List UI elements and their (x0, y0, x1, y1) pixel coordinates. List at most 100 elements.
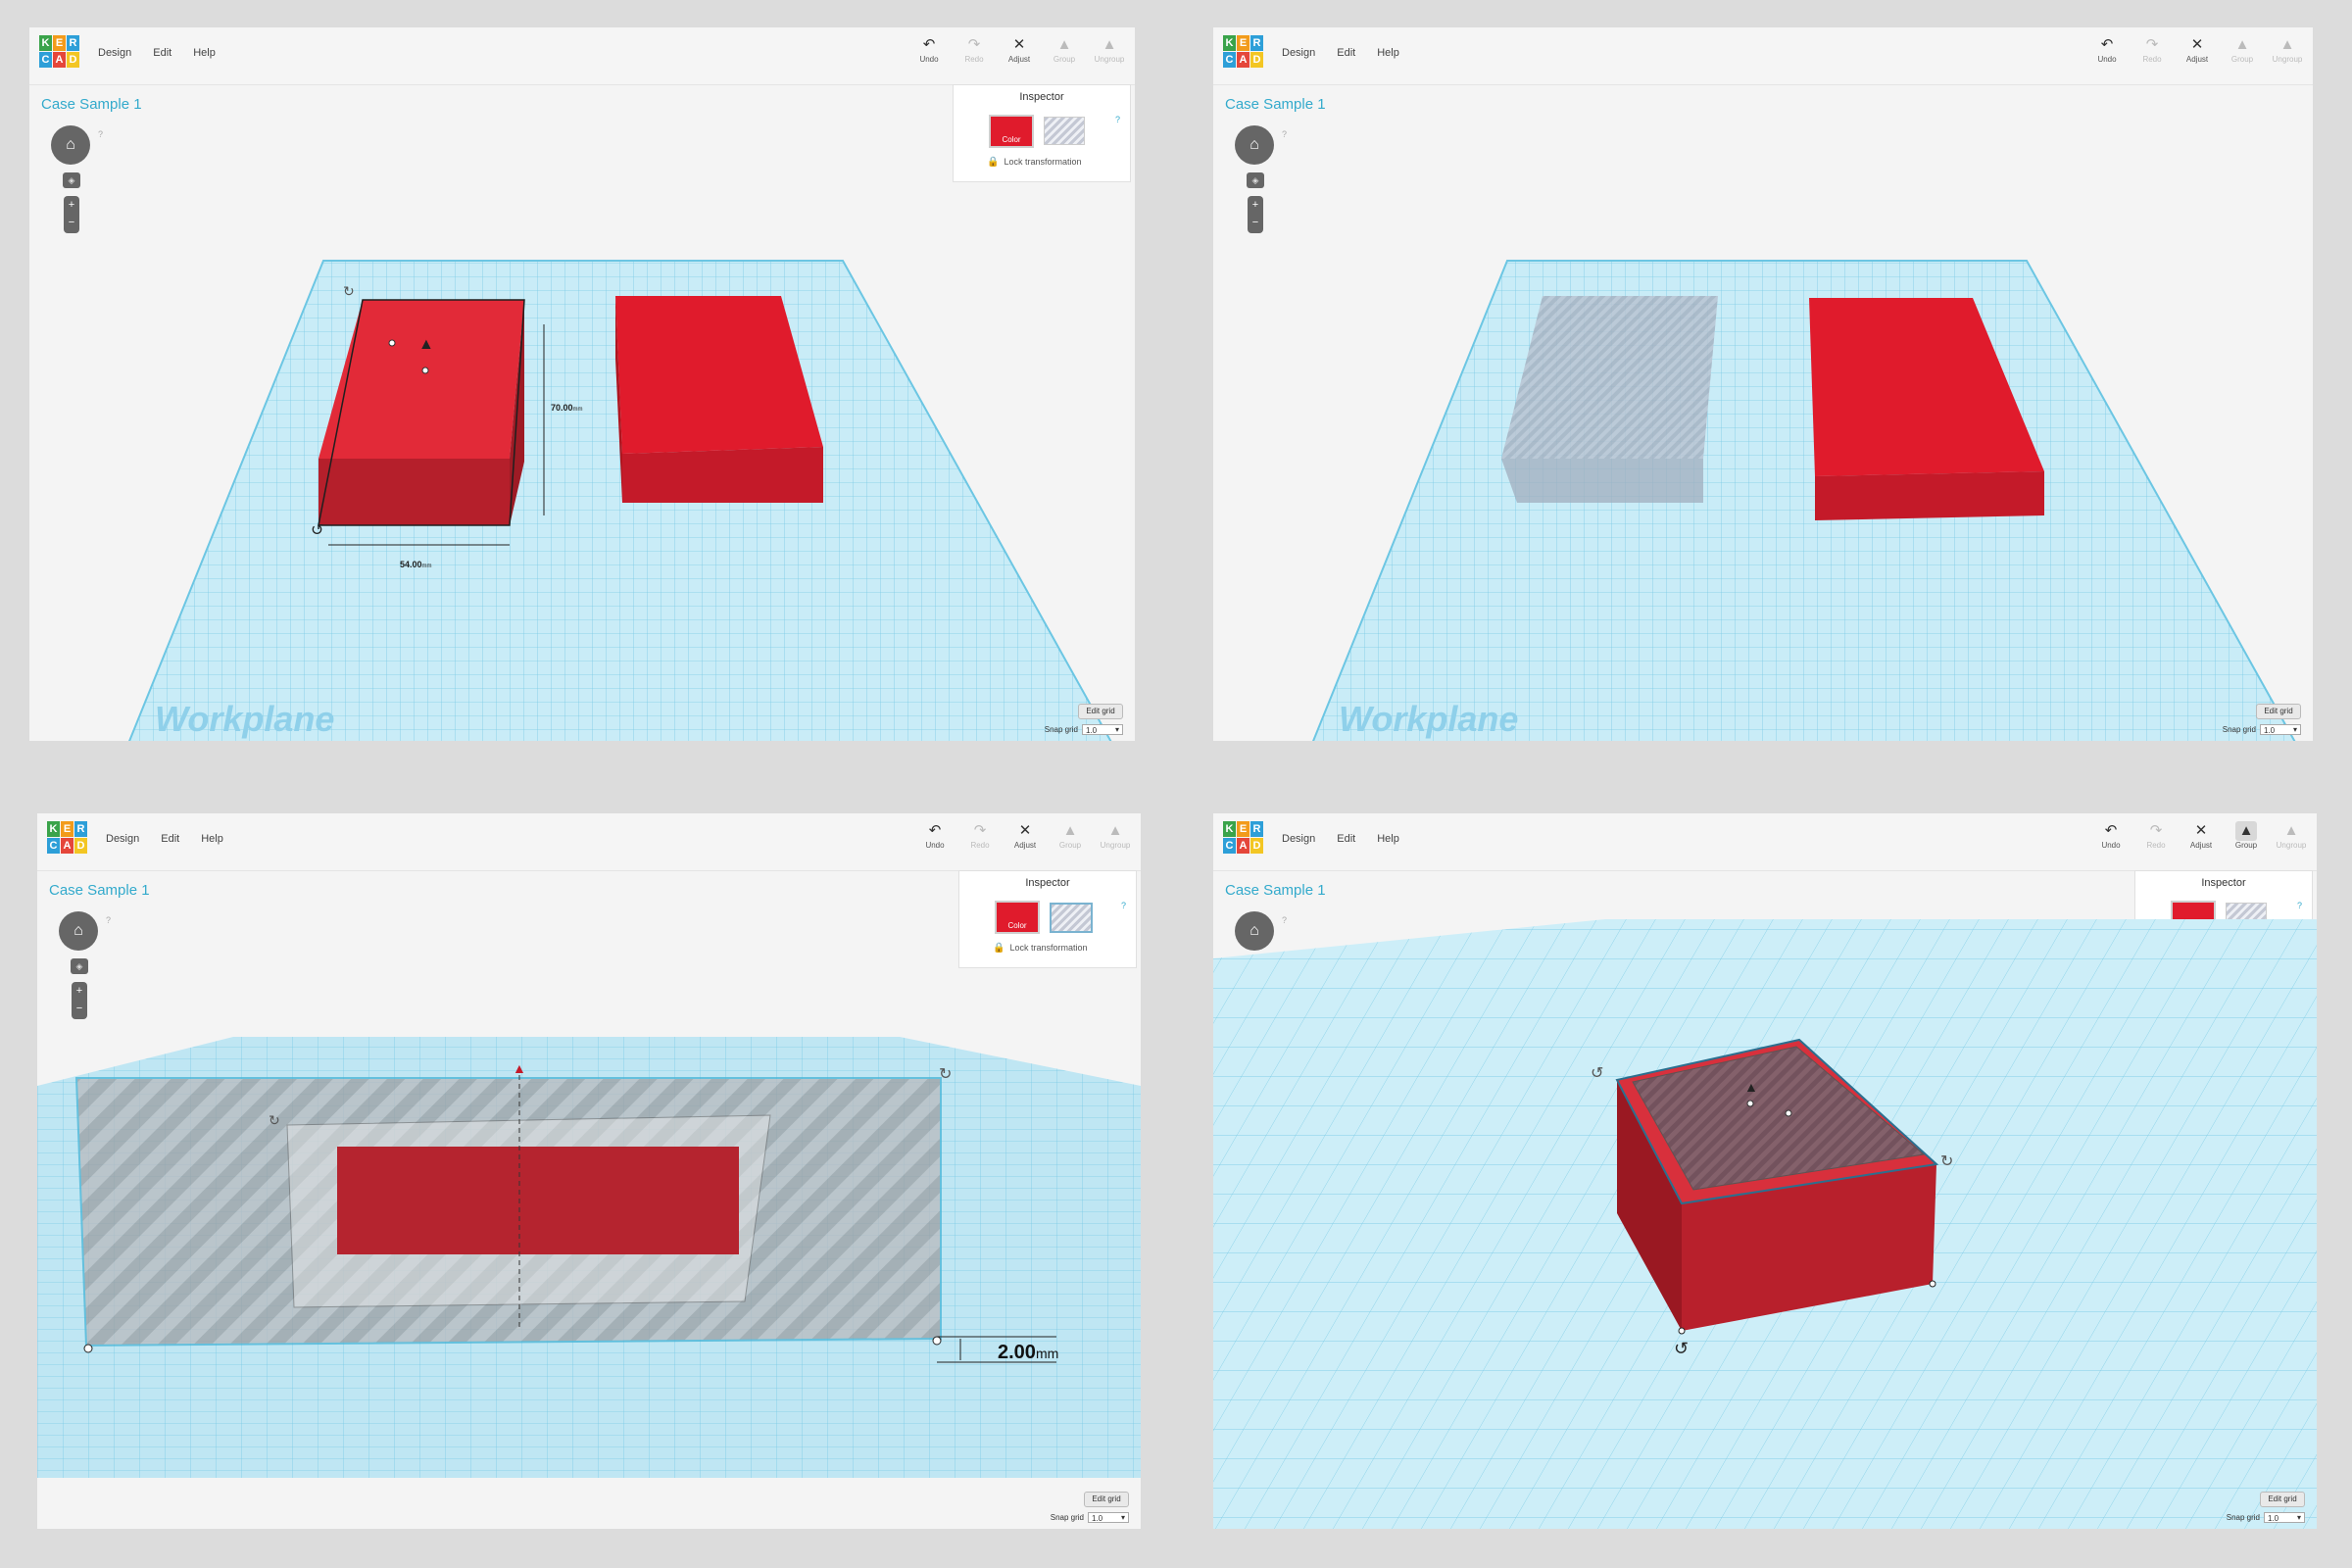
rotate-icon[interactable]: ↻ (939, 1066, 952, 1083)
corner-handle[interactable] (83, 1344, 93, 1353)
corner-handle[interactable] (1678, 1327, 1686, 1335)
tinkercad-logo[interactable]: KERCAD (39, 35, 80, 69)
red-box-inside (337, 1147, 739, 1254)
redo-button[interactable]: ↷ Redo (958, 35, 990, 74)
adjust-button[interactable]: ✕ Adjust (2185, 821, 2217, 860)
tinkercad-window: KERCAD Design Edit Help ↶ Undo ↷ Redo ✕ Adjus… (37, 813, 1141, 1529)
selected-box-front[interactable] (318, 459, 510, 525)
menu-design[interactable]: Design (98, 47, 131, 59)
handle[interactable] (1785, 1109, 1792, 1117)
panel-3: KERCAD Design Edit Help ↶ Undo ↷ Redo ✕ Adjus… (0, 784, 1176, 1568)
tinkercad-window: KERCAD Design Edit Help ↶ Undo ↷ Redo ✕ Adjus… (1213, 813, 2317, 1529)
adjust-icon: ✕ (2190, 36, 2204, 53)
menu-help[interactable]: Help (193, 47, 216, 59)
workplane-grid[interactable] (1301, 260, 2311, 741)
ungroup-icon: ▲ (2279, 36, 2295, 53)
toolbar-label: Adjust (2185, 55, 2209, 64)
handle[interactable] (1746, 1100, 1754, 1107)
box-front[interactable] (622, 447, 823, 503)
panel-4: KERCAD Design Edit Help ↶ Undo ↷ Redo ✕ Adjus… (1176, 784, 2352, 1568)
ungroup-button[interactable]: ▲ Ungroup (2276, 821, 2307, 860)
logo-letter: R (74, 821, 87, 837)
workplane-viewport[interactable]: Workplane (1213, 84, 2313, 741)
toolbar-label: Undo (925, 841, 945, 850)
rotate-icon[interactable]: ↻ (343, 283, 355, 299)
adjust-icon: ✕ (1018, 822, 1032, 839)
snap-grid-select[interactable]: 1.0 (1088, 1512, 1129, 1523)
workplane-viewport[interactable]: ▲ ↻ ↻ 2.00mm (37, 870, 1141, 1529)
adjust-button[interactable]: ✕ Adjust (1009, 821, 1041, 860)
height-arrow-icon[interactable]: ▲ (418, 336, 434, 353)
menu-edit[interactable]: Edit (1337, 833, 1355, 845)
ungroup-icon: ▲ (2283, 822, 2299, 839)
adjust-button[interactable]: ✕ Adjust (1004, 35, 1035, 74)
box-front[interactable] (1815, 471, 2044, 520)
undo-button[interactable]: ↶ Undo (919, 821, 951, 860)
workplane-viewport[interactable]: ▲ ↻ ↺ 54.00mm 70.00mm Workplane (29, 84, 1135, 741)
undo-button[interactable]: ↶ Undo (2091, 35, 2123, 74)
menu-help[interactable]: Help (201, 833, 223, 845)
corner-handle[interactable] (932, 1336, 942, 1346)
menu-design[interactable]: Design (1282, 833, 1315, 845)
menu-edit[interactable]: Edit (153, 47, 172, 59)
ungroup-button[interactable]: ▲ Ungroup (1094, 35, 1125, 74)
logo-letter: A (53, 52, 66, 68)
redo-icon: ↷ (2145, 36, 2159, 53)
menu-help[interactable]: Help (1377, 833, 1399, 845)
adjust-button[interactable]: ✕ Adjust (2181, 35, 2213, 74)
redo-icon: ↷ (967, 36, 981, 53)
toolbar-label: Redo (2142, 55, 2162, 64)
tinkercad-logo[interactable]: KERCAD (1223, 821, 1264, 855)
undo-button[interactable]: ↶ Undo (913, 35, 945, 74)
ungroup-button[interactable]: ▲ Ungroup (2272, 35, 2303, 74)
height-arrow-icon[interactable]: ▲ (513, 1060, 526, 1076)
ungroup-icon: ▲ (1102, 36, 1117, 53)
undo-button[interactable]: ↶ Undo (2095, 821, 2127, 860)
main-menu: Design Edit Help (98, 47, 216, 59)
snap-grid-select[interactable]: 1.0 (1082, 724, 1123, 735)
adjust-icon: ✕ (2194, 822, 2208, 839)
group-button[interactable]: ▲ Group (1054, 821, 1086, 860)
group-button[interactable]: ▲ Group (2227, 35, 2258, 74)
edit-grid-button[interactable]: Edit grid (1078, 704, 1123, 719)
group-button[interactable]: ▲ Group (1049, 35, 1080, 74)
rotate-icon[interactable]: ↺ (1591, 1065, 1603, 1082)
tinkercad-logo[interactable]: KERCAD (47, 821, 88, 855)
rotate-icon[interactable]: ↺ (311, 522, 323, 539)
group-button[interactable]: ▲ Group (2230, 821, 2262, 860)
height-dimension: 2.00mm (998, 1342, 1058, 1363)
menu-edit[interactable]: Edit (161, 833, 179, 845)
edit-grid-button[interactable]: Edit grid (2256, 704, 2301, 719)
toolbar-label: Group (2230, 55, 2254, 64)
toolbar-label: Redo (2146, 841, 2166, 850)
corner-handle[interactable] (1929, 1280, 1936, 1288)
rotate-icon[interactable]: ↺ (1674, 1339, 1689, 1358)
main-menu: Design Edit Help (106, 833, 223, 845)
workplane-viewport[interactable]: ▲ ↺ ↻ ↺ (1213, 870, 2317, 1529)
ungroup-button[interactable]: ▲ Ungroup (1100, 821, 1131, 860)
snap-grid-select[interactable]: 1.0 (2264, 1512, 2305, 1523)
handle[interactable] (388, 339, 396, 347)
tinkercad-logo[interactable]: KERCAD (1223, 35, 1264, 69)
edit-grid-button[interactable]: Edit grid (2260, 1492, 2305, 1507)
rotate-icon[interactable]: ↻ (1940, 1153, 1953, 1170)
height-arrow-icon[interactable]: ▲ (1744, 1079, 1758, 1095)
edit-grid-button[interactable]: Edit grid (1084, 1492, 1129, 1507)
redo-button[interactable]: ↷ Redo (2136, 35, 2168, 74)
hole-box-front[interactable] (1501, 459, 1703, 503)
toolbar-label: Redo (964, 55, 984, 64)
menu-edit[interactable]: Edit (1337, 47, 1355, 59)
rotate-icon[interactable]: ↻ (269, 1112, 280, 1128)
redo-button[interactable]: ↷ Redo (964, 821, 996, 860)
snap-grid-label: Snap grid (2226, 1513, 2260, 1522)
menu-design[interactable]: Design (106, 833, 139, 845)
handle[interactable] (421, 367, 429, 374)
menu-design[interactable]: Design (1282, 47, 1315, 59)
redo-button[interactable]: ↷ Redo (2140, 821, 2172, 860)
logo-letter: E (1237, 35, 1250, 51)
toolbar-label: Group (2234, 841, 2258, 850)
snap-grid-select[interactable]: 1.0 (2260, 724, 2301, 735)
logo-letter: E (53, 35, 66, 51)
toolbar-label: Ungroup (2276, 841, 2307, 850)
menu-help[interactable]: Help (1377, 47, 1399, 59)
